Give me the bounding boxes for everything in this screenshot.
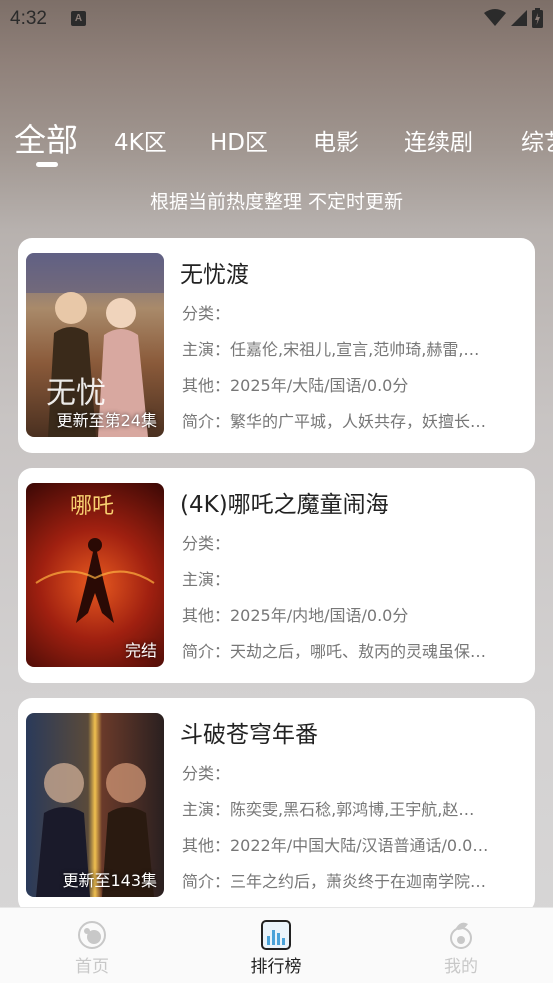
update-badge: 更新至第24集	[56, 411, 157, 430]
status-bar: 4:32 A	[0, 0, 553, 38]
nav-profile[interactable]: 我的	[421, 920, 501, 977]
item-category: 分类：	[182, 764, 231, 783]
bottom-nav: 首页 排行榜 我的	[0, 907, 553, 983]
item-cast: 主演：陈奕雯,黑石稔,郭鸿博,王宇航,赵…	[182, 800, 475, 819]
item-other: 其他：2025年/内地/国语/0.0分	[182, 606, 409, 625]
update-badge: 更新至143集	[62, 871, 157, 890]
tab-series[interactable]: 连续剧	[404, 123, 473, 157]
notification-icon: A	[71, 11, 86, 26]
tab-variety[interactable]: 综艺	[521, 123, 553, 157]
item-cast: 主演：任嘉伦,宋祖儿,宣言,范帅琦,赫雷,…	[182, 340, 480, 359]
svg-text:无忧: 无忧	[46, 376, 106, 411]
tab-hd[interactable]: HD区	[210, 123, 268, 157]
poster-image[interactable]: 更新至143集	[26, 713, 164, 897]
nav-home-label: 首页	[75, 957, 109, 977]
item-other: 其他：2025年/大陆/国语/0.0分	[182, 376, 409, 395]
svg-text:哪吒: 哪吒	[70, 494, 114, 519]
list-item[interactable]: 无忧 更新至第24集 无忧渡 分类： 主演：任嘉伦,宋祖儿,宣言,范帅琦,赫雷,…	[18, 238, 535, 453]
category-tabs: 全部 4K区 HD区 电影 连续剧 综艺	[0, 115, 553, 170]
item-cast: 主演：	[182, 570, 231, 589]
item-title[interactable]: (4K)哪吒之魔童闹海	[180, 485, 389, 519]
battery-icon	[532, 8, 543, 28]
update-badge: 完结	[124, 641, 157, 660]
ranking-icon	[261, 920, 291, 950]
tab-movie[interactable]: 电影	[313, 123, 359, 157]
tab-4k[interactable]: 4K区	[114, 123, 167, 157]
list-item[interactable]: 更新至143集 斗破苍穹年番 分类： 主演：陈奕雯,黑石稔,郭鸿博,王宇航,赵……	[18, 698, 535, 913]
item-intro: 简介：三年之约后，萧炎终于在迦南学院…	[182, 872, 487, 891]
home-icon	[78, 921, 106, 949]
item-title[interactable]: 斗破苍穹年番	[180, 715, 318, 749]
item-other: 其他：2022年/中国大陆/汉语普通话/0.0…	[182, 836, 489, 855]
item-intro: 简介：天劫之后，哪吒、敖丙的灵魂虽保…	[182, 642, 487, 661]
item-title[interactable]: 无忧渡	[180, 255, 249, 289]
profile-icon	[450, 922, 472, 949]
nav-ranking-label: 排行榜	[250, 957, 302, 977]
nav-ranking[interactable]: 排行榜	[236, 920, 316, 977]
wifi-icon	[484, 9, 506, 26]
nav-profile-label: 我的	[444, 957, 478, 977]
poster-image[interactable]: 哪吒 完结	[26, 483, 164, 667]
status-icons	[484, 8, 543, 28]
item-category: 分类：	[182, 304, 231, 323]
list-item[interactable]: 哪吒 完结 (4K)哪吒之魔童闹海 分类： 主演： 其他：2025年/内地/国语…	[18, 468, 535, 683]
nav-home[interactable]: 首页	[52, 920, 132, 977]
item-category: 分类：	[182, 534, 231, 553]
tab-indicator	[36, 162, 58, 167]
ranking-subtitle: 根据当前热度整理 不定时更新	[149, 191, 404, 213]
poster-image[interactable]: 无忧 更新至第24集	[26, 253, 164, 437]
item-intro: 简介：繁华的广平城，人妖共存，妖擅长…	[182, 412, 487, 431]
tab-all[interactable]: 全部	[14, 115, 78, 161]
status-time: 4:32	[10, 8, 47, 29]
signal-icon	[511, 10, 527, 26]
